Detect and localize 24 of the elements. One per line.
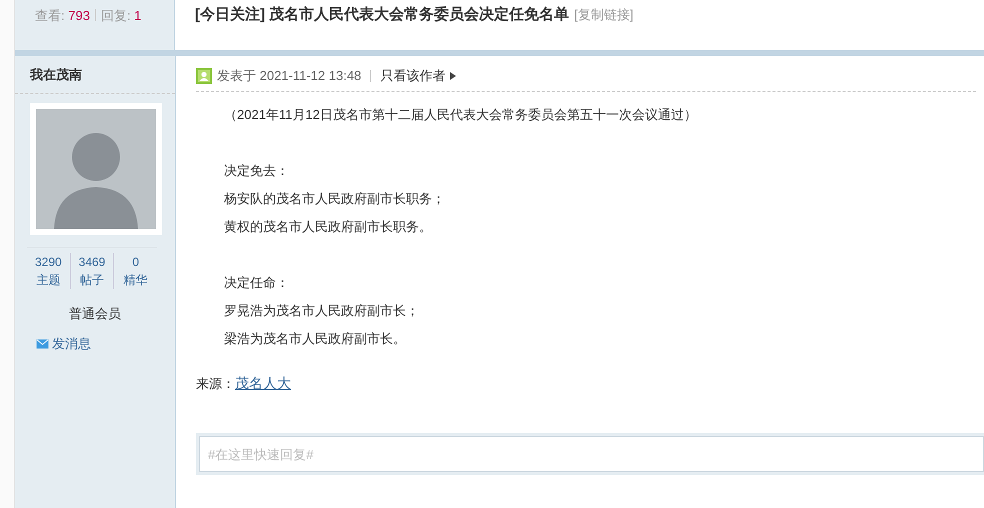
user-icon: [196, 68, 212, 84]
post-text-line: 黄权的茂名市人民政府副市长职务。: [224, 218, 433, 236]
post-text-line: 杨安队的茂名市人民政府副市长职务；: [224, 190, 446, 208]
copy-link[interactable]: [复制链接]: [574, 6, 634, 24]
quick-reply-field[interactable]: #在这里快速回复#: [199, 436, 984, 472]
source-link[interactable]: 茂名人大: [235, 375, 291, 391]
thread-stats: 查看: 793 回复: 1: [35, 8, 142, 23]
author-stat[interactable]: 0 精华: [113, 253, 158, 289]
send-message-link[interactable]: 发消息: [36, 335, 91, 353]
post-text-line: 罗晃浩为茂名市人民政府副市长；: [224, 302, 420, 320]
member-group: 普通会员: [15, 305, 175, 323]
post-text-line: （2021年11月12日茂名市第十二届人民代表大会常务委员会第五十一次会议通过）: [224, 106, 698, 124]
post-text-line: 梁浩为茂名市人民政府副市长。: [224, 330, 407, 348]
author-stat[interactable]: 3290 主题: [27, 253, 70, 289]
author-only-link[interactable]: 只看该作者: [380, 67, 446, 85]
thread-title: [今日关注] 茂名市人民代表大会常务委员会决定任免名单: [195, 5, 570, 24]
author-name: 我在茂南: [15, 56, 175, 94]
author-stat[interactable]: 3469 帖子: [70, 253, 114, 289]
post-date: 发表于 2021-11-12 13:48: [217, 67, 362, 85]
post-text-line: 决定免去：: [224, 162, 290, 180]
triangle-icon: [450, 72, 456, 80]
source-label: 来源：: [196, 376, 235, 391]
envelope-icon: [36, 339, 49, 349]
post-text-line: 决定任命：: [224, 274, 290, 292]
